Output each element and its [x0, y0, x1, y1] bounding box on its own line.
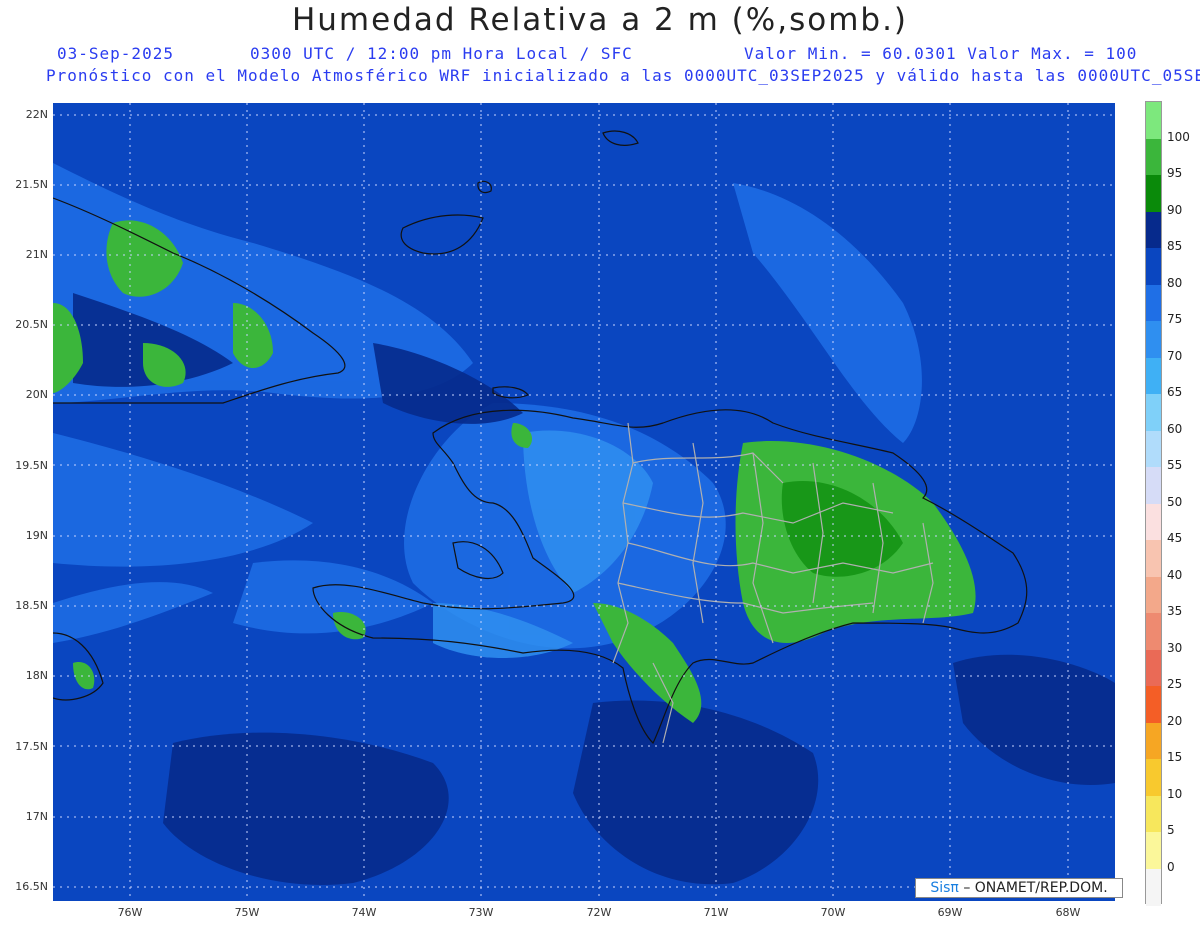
colorbar-tick-label: 5 [1167, 823, 1175, 837]
colorbar-segment [1146, 613, 1161, 650]
lon-label: 72W [586, 906, 612, 919]
colorbar-tick-label: 40 [1167, 567, 1183, 582]
colorbar-tick-label: 50 [1167, 494, 1183, 509]
colorbar-segment [1146, 540, 1161, 577]
colorbar-tick-label: 90 [1167, 202, 1183, 217]
lat-label: 19.5N [15, 459, 48, 472]
lon-label: 70W [820, 906, 846, 919]
colorbar-tick-label: 85 [1167, 239, 1183, 253]
lat-label: 20N [25, 388, 48, 401]
colorbar-tick-label: 15 [1167, 750, 1183, 764]
colorbar-segment [1146, 430, 1161, 468]
min-max-values: Valor Min. = 60.0301 Valor Max. = 100 [744, 44, 1138, 63]
colorbar-segment [1146, 868, 1161, 906]
colorbar-tick-label: 20 [1167, 713, 1183, 728]
model-info: Pronóstico con el Modelo Atmosférico WRF… [46, 66, 1200, 85]
colorbar-segment [1146, 321, 1161, 358]
lat-label: 18N [25, 669, 48, 682]
colorbar-segment [1146, 759, 1161, 796]
lon-label: 69W [937, 906, 963, 919]
lat-label: 18.5N [15, 599, 48, 612]
colorbar-tick-label: 70 [1167, 348, 1183, 363]
lat-label: 21N [25, 248, 48, 261]
colorbar-tick-label: 35 [1167, 604, 1183, 618]
colorbar-tick-label: 0 [1167, 859, 1175, 874]
lon-label: 74W [351, 906, 377, 919]
lat-label: 17N [25, 810, 48, 823]
lat-label: 21.5N [15, 178, 48, 191]
colorbar-tick-label: 45 [1167, 531, 1183, 545]
colorbar-segment [1146, 795, 1161, 833]
colorbar-tick-label: 55 [1167, 458, 1183, 472]
colorbar-segment [1146, 102, 1161, 139]
lat-label: 22N [25, 108, 48, 121]
colorbar-tick-label: 30 [1167, 640, 1183, 655]
lon-label: 75W [234, 906, 260, 919]
colorbar-segment [1146, 722, 1161, 760]
colorbar-tick-label: 25 [1167, 677, 1183, 691]
credit-box: Sisπ – ONAMET/REP.DOM. [915, 878, 1123, 898]
colorbar-tick-label: 80 [1167, 275, 1183, 290]
colorbar-tick-label: 95 [1167, 166, 1183, 180]
forecast-time: 0300 UTC / 12:00 pm Hora Local / SFC [250, 44, 633, 63]
lon-label: 71W [703, 906, 729, 919]
colorbar-tick-label: 65 [1167, 385, 1183, 399]
credit-sis: Sisπ [930, 880, 959, 896]
colorbar-tick-label: 10 [1167, 786, 1183, 801]
colorbar-segment [1146, 832, 1161, 869]
colorbar-segment [1146, 394, 1161, 431]
colorbar-segment [1146, 686, 1161, 723]
colorbar-segment [1146, 467, 1161, 504]
lon-label: 73W [468, 906, 494, 919]
colorbar-segment [1146, 576, 1161, 614]
colorbar-segment [1146, 649, 1161, 687]
colorbar-segment [1146, 503, 1161, 541]
lon-label: 76W [117, 906, 143, 919]
humidity-map [53, 103, 1115, 901]
colorbar-segment [1146, 138, 1161, 176]
colorbar-segment [1146, 284, 1161, 322]
colorbar-tick-label: 60 [1167, 421, 1183, 436]
lat-label: 20.5N [15, 318, 48, 331]
lat-label: 17.5N [15, 740, 48, 753]
lat-label: 16.5N [15, 880, 48, 893]
colorbar-segment [1146, 211, 1161, 249]
credit-org: – ONAMET/REP.DOM. [963, 880, 1108, 896]
colorbar-segment [1146, 248, 1161, 285]
lat-label: 19N [25, 529, 48, 542]
lon-label: 68W [1055, 906, 1081, 919]
colorbar-segment [1146, 175, 1161, 212]
colorbar-tick-label: 75 [1167, 312, 1183, 326]
forecast-date: 03-Sep-2025 [57, 44, 174, 63]
colorbar-tick-label: 100 [1167, 129, 1190, 144]
map-title: Humedad Relativa a 2 m (%,somb.) [291, 2, 909, 38]
colorbar-segment [1146, 357, 1161, 395]
colorbar [1145, 101, 1162, 906]
